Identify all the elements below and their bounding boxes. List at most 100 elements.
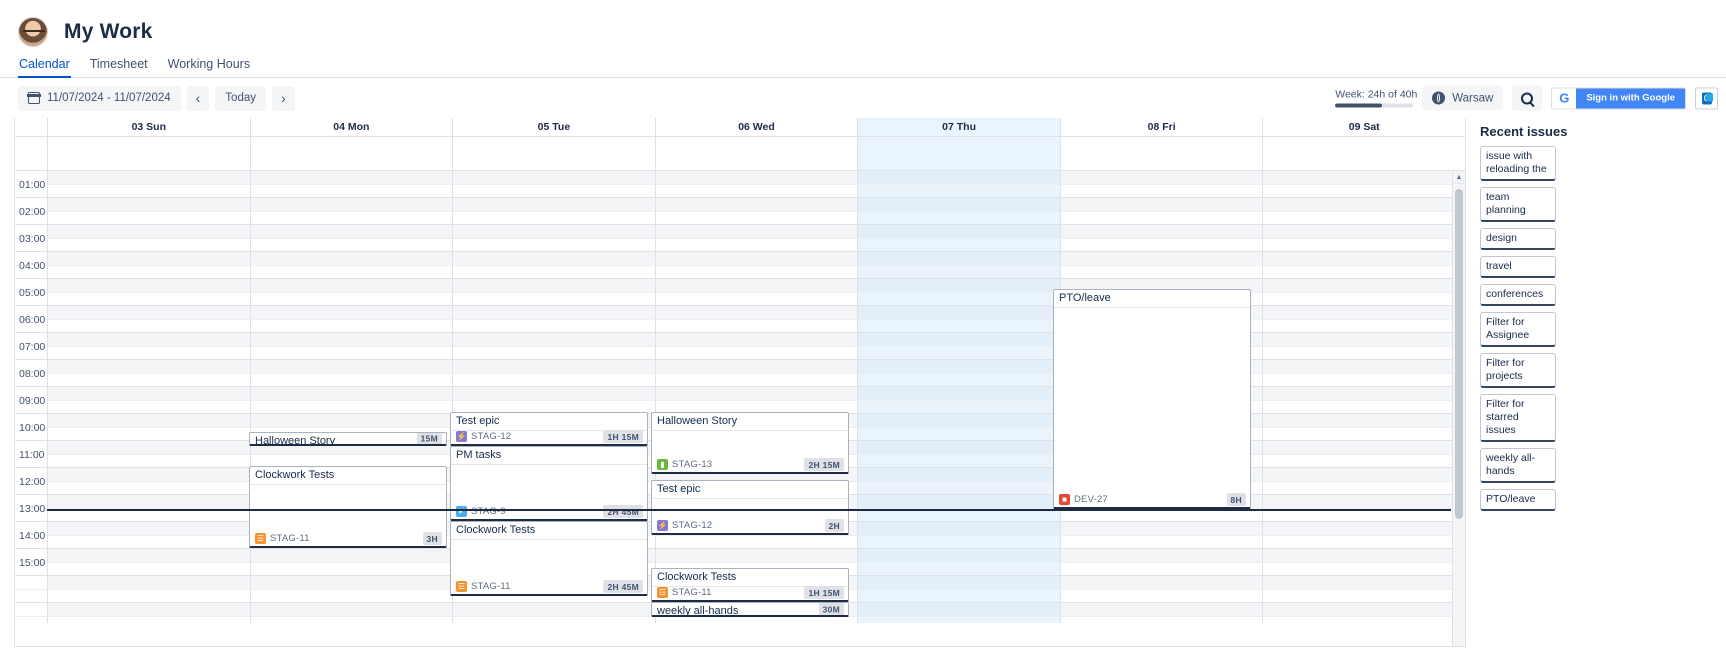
time-slot-d1-s12[interactable] — [249, 333, 453, 347]
time-slot-d1-s3[interactable] — [249, 211, 453, 225]
recent-issue-item-7[interactable]: Filter for starred issues — [1480, 394, 1556, 442]
time-slot-d4-s7[interactable] — [857, 265, 1060, 279]
time-slot-d6-s14[interactable] — [1262, 360, 1465, 374]
event-issue-key[interactable]: ■ DEV-27 — [1059, 494, 1108, 505]
time-slot-d5-s0[interactable] — [1059, 171, 1263, 185]
time-slot-d6-s10[interactable] — [1262, 306, 1465, 320]
time-slot-d0-s4[interactable] — [47, 225, 250, 239]
time-slot-d5-s7[interactable] — [1059, 265, 1263, 279]
time-slot-d1-s6[interactable] — [249, 252, 453, 266]
time-slot-d3-s28[interactable] — [654, 549, 858, 563]
time-slot-d6-s18[interactable] — [1262, 414, 1465, 428]
time-slot-d1-s9[interactable] — [249, 292, 453, 306]
time-slot-d1-s17[interactable] — [249, 400, 453, 414]
tab-calendar[interactable]: Calendar — [18, 57, 71, 78]
time-slot-d3-s6[interactable] — [654, 252, 858, 266]
event-issue-key[interactable]: ☰ STAG-11 — [456, 581, 511, 592]
event-issue-key[interactable]: ⚡ STAG-12 — [456, 431, 511, 442]
recent-issue-item-9[interactable]: PTO/leave — [1480, 489, 1556, 511]
time-slot-d6-s8[interactable] — [1262, 279, 1465, 293]
time-slot-d1-s32[interactable] — [249, 603, 453, 617]
today-button[interactable]: Today — [215, 85, 266, 111]
time-slot-d3-s8[interactable] — [654, 279, 858, 293]
time-slot-d2-s3[interactable] — [452, 211, 655, 225]
time-slot-d4-s27[interactable] — [857, 535, 1060, 549]
day-header-2[interactable]: 05 Tue — [452, 118, 655, 137]
calendar-event-8[interactable]: weekly all-hands 30M — [651, 602, 849, 617]
time-slot-d1-s10[interactable] — [249, 306, 453, 320]
time-slot-d6-s15[interactable] — [1262, 373, 1465, 387]
time-slot-d0-s19[interactable] — [47, 427, 250, 441]
time-slot-d0-s32[interactable] — [47, 603, 250, 617]
timezone-button[interactable]: Warsaw — [1422, 85, 1504, 111]
time-slot-d4-s8[interactable] — [857, 279, 1060, 293]
time-slot-d1-s16[interactable] — [249, 387, 453, 401]
time-slot-d6-s20[interactable] — [1262, 441, 1465, 455]
allday-cell-5[interactable] — [1059, 137, 1263, 171]
time-slot-d1-s8[interactable] — [249, 279, 453, 293]
time-slot-d5-s29[interactable] — [1059, 562, 1263, 576]
time-slot-d1-s14[interactable] — [249, 360, 453, 374]
allday-cell-2[interactable] — [452, 137, 655, 171]
calendar-event-0[interactable]: Halloween Story 15M — [249, 432, 447, 446]
time-slot-d0-s5[interactable] — [47, 238, 250, 252]
time-slot-d2-s6[interactable] — [452, 252, 655, 266]
allday-cell-4[interactable] — [857, 137, 1060, 171]
time-slot-d4-s13[interactable] — [857, 346, 1060, 360]
time-slot-d5-s1[interactable] — [1059, 184, 1263, 198]
time-slot-d0-s2[interactable] — [47, 198, 250, 212]
time-slot-d4-s15[interactable] — [857, 373, 1060, 387]
time-slot-d0-s6[interactable] — [47, 252, 250, 266]
time-slot-d1-s11[interactable] — [249, 319, 453, 333]
time-slot-d2-s0[interactable] — [452, 171, 655, 185]
time-slot-d0-s29[interactable] — [47, 562, 250, 576]
time-slot-d4-s31[interactable] — [857, 589, 1060, 603]
time-slot-d2-s16[interactable] — [452, 387, 655, 401]
time-slot-d0-s3[interactable] — [47, 211, 250, 225]
time-slot-d2-s5[interactable] — [452, 238, 655, 252]
day-header-4[interactable]: 07 Thu — [857, 118, 1060, 137]
time-slot-d4-s5[interactable] — [857, 238, 1060, 252]
time-slot-d3-s12[interactable] — [654, 333, 858, 347]
time-slot-d6-s21[interactable] — [1262, 454, 1465, 468]
event-issue-key[interactable]: ☰ STAG-11 — [657, 587, 712, 598]
calendar-event-6[interactable]: Test epic ⚡ STAG-12 2H — [651, 480, 849, 535]
event-issue-key[interactable]: ⚡ STAG-12 — [657, 520, 712, 531]
tab-timesheet[interactable]: Timesheet — [89, 57, 149, 77]
time-slot-d2-s15[interactable] — [452, 373, 655, 387]
day-header-5[interactable]: 08 Fri — [1059, 118, 1263, 137]
time-slot-d0-s11[interactable] — [47, 319, 250, 333]
time-slot-d4-s2[interactable] — [857, 198, 1060, 212]
time-slot-d4-s3[interactable] — [857, 211, 1060, 225]
time-slot-d6-s32[interactable] — [1262, 603, 1465, 617]
time-slot-d5-s5[interactable] — [1059, 238, 1263, 252]
calendar-event-1[interactable]: Clockwork Tests ☰ STAG-11 3H — [249, 466, 447, 548]
time-slot-d5-s4[interactable] — [1059, 225, 1263, 239]
time-slot-d0-s21[interactable] — [47, 454, 250, 468]
time-slot-d4-s19[interactable] — [857, 427, 1060, 441]
day-header-0[interactable]: 03 Sun — [47, 118, 250, 137]
time-slot-d2-s10[interactable] — [452, 306, 655, 320]
time-slot-d4-s21[interactable] — [857, 454, 1060, 468]
time-slot-d6-s16[interactable] — [1262, 387, 1465, 401]
time-slot-d0-s23[interactable] — [47, 481, 250, 495]
time-slot-d3-s7[interactable] — [654, 265, 858, 279]
recent-issue-item-5[interactable]: Filter for Assignee — [1480, 312, 1556, 347]
search-button[interactable] — [1512, 85, 1543, 111]
time-slot-d0-s15[interactable] — [47, 373, 250, 387]
time-slot-d5-s2[interactable] — [1059, 198, 1263, 212]
time-slot-d6-s29[interactable] — [1262, 562, 1465, 576]
time-slot-d2-s4[interactable] — [452, 225, 655, 239]
allday-cell-0[interactable] — [47, 137, 250, 171]
time-slot-d1-s5[interactable] — [249, 238, 453, 252]
calendar-vertical-scrollbar[interactable]: ▲ — [1452, 171, 1465, 646]
time-slot-d5-s3[interactable] — [1059, 211, 1263, 225]
recent-issue-item-8[interactable]: weekly all-hands — [1480, 448, 1556, 483]
next-week-button[interactable]: › — [271, 85, 295, 111]
time-slot-d6-s13[interactable] — [1262, 346, 1465, 360]
time-slot-d4-s33[interactable] — [857, 616, 1060, 623]
time-slot-d0-s33[interactable] — [47, 616, 250, 623]
allday-cell-1[interactable] — [249, 137, 453, 171]
avatar[interactable] — [18, 17, 48, 47]
event-issue-key[interactable]: ✔ STAG-9 — [456, 506, 506, 517]
